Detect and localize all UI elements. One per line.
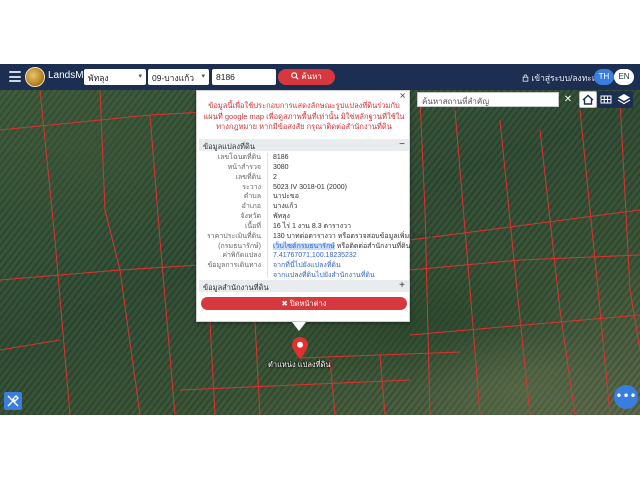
popup-pointer bbox=[292, 322, 306, 331]
office-section-title: ข้อมูลสำนักงานที่ดิน bbox=[203, 283, 269, 292]
parcel-info-popup: × ข้อมูลนี้เพื่อใช้ประกอบการแสดงลักษณะรู… bbox=[196, 90, 433, 322]
layers-icon bbox=[617, 94, 631, 105]
grid-icon bbox=[600, 95, 612, 104]
detail-row: (กรมธนารักษ์) เว็บไซต์กรมธนารักษ์ หรือติ… bbox=[199, 242, 410, 252]
detail-row: อำเภอ บางแก้ว bbox=[199, 202, 409, 212]
detail-label: เลขที่ดิน bbox=[235, 173, 261, 181]
lang-en-button[interactable]: EN bbox=[614, 69, 634, 85]
detail-row: เลขโฉนดที่ดิน 8186 bbox=[199, 153, 409, 163]
detail-row: เลขที่ดิน 2 bbox=[199, 173, 409, 183]
tools-button[interactable] bbox=[4, 392, 22, 410]
disclaimer-notice: ข้อมูลนี้เพื่อใช้ประกอบการแสดงลักษณะรูปแ… bbox=[203, 101, 405, 131]
detail-value: 3080 bbox=[273, 163, 289, 171]
lock-icon bbox=[522, 74, 529, 82]
tools-icon bbox=[7, 395, 19, 407]
detail-row: ข้อมูลการเดินทาง จากที่นี่ไปยังแปลงที่ดิน bbox=[199, 261, 409, 271]
detail-row: ตำบล นาปะขอ bbox=[199, 192, 409, 202]
district-select[interactable]: 09-บางแก้ว ▾ bbox=[148, 69, 209, 85]
detail-row: จังหวัด พัทลุง bbox=[199, 212, 409, 222]
detail-label: อำเภอ bbox=[241, 203, 261, 211]
search-icon bbox=[291, 72, 299, 80]
home-button[interactable] bbox=[579, 91, 597, 108]
treasury-website-link[interactable]: เว็บไซต์กรมธนารักษ์ bbox=[273, 242, 335, 250]
coordinates-link[interactable]: 7.41767071,100.18235232 bbox=[273, 251, 357, 261]
detail-label: ระวาง bbox=[242, 183, 261, 191]
parcel-details: เลขโฉนดที่ดิน 8186 หน้าสำรวจ 3080 เลขที่ดิ… bbox=[199, 153, 433, 281]
detail-label: ราคาประเมินที่ดิน bbox=[206, 232, 261, 240]
more-button[interactable]: ••• bbox=[614, 385, 638, 409]
close-icon[interactable]: × bbox=[399, 92, 406, 100]
detail-row: ระวาง 5023 IV 3018-01 (2000) bbox=[199, 183, 409, 193]
detail-label: เลขโฉนดที่ดิน bbox=[217, 154, 261, 161]
detail-row: เนื้อที่ 16 ไร่ 1 งาน 8.3 ตารางวา bbox=[199, 222, 409, 232]
detail-label: ข้อมูลการเดินทาง bbox=[207, 262, 261, 270]
detail-label: จังหวัด bbox=[240, 213, 261, 221]
detail-label: ตำบล bbox=[243, 193, 261, 201]
detail-value: เว็บไซต์กรมธนารักษ์ หรือติดต่อสำนักงานที… bbox=[273, 242, 410, 252]
detail-value: พัทลุง bbox=[273, 213, 290, 221]
pin-label: ตำแหน่ง แปลงที่ดิน bbox=[268, 360, 331, 369]
detail-label: เนื้อที่ bbox=[245, 222, 261, 230]
collapse-icon: − bbox=[399, 139, 405, 150]
office-info-section-header[interactable]: ข้อมูลสำนักงานที่ดิน + bbox=[199, 280, 409, 292]
place-search-input[interactable]: ค้นหาสถานที่สำคัญ bbox=[417, 92, 559, 107]
search-button[interactable]: ค้นหา bbox=[278, 69, 335, 85]
route-to-parcel-link[interactable]: จากที่นี่ไปยังแปลงที่ดิน bbox=[273, 261, 341, 271]
chevron-down-icon: ▾ bbox=[201, 73, 205, 80]
detail-value: 5023 IV 3018-01 (2000) bbox=[273, 183, 347, 191]
parcel-section-title: ข้อมูลแปลงที่ดิน bbox=[203, 142, 255, 151]
layers-button[interactable] bbox=[615, 91, 633, 108]
province-value: พัทลุง bbox=[88, 73, 109, 83]
detail-row: ค่าพิกัดแปลง 7.41767071,100.18235232 bbox=[199, 251, 409, 261]
detail-label: หน้าสำรวจ bbox=[227, 163, 261, 171]
detail-label: (กรมธนารักษ์) bbox=[218, 242, 261, 250]
lang-th-button[interactable]: TH bbox=[594, 69, 614, 85]
detail-value: 8186 bbox=[273, 154, 289, 161]
screen: LandsMaps พัทลุง ▾ 09-บางแก้ว ▾ ค้นหา เข… bbox=[0, 0, 640, 480]
home-icon bbox=[582, 94, 594, 105]
detail-label: ค่าพิกัดแปลง bbox=[222, 252, 261, 260]
bottom-blank-area bbox=[0, 415, 640, 480]
contact-office-text: หรือติดต่อสำนักงานที่ดิน bbox=[334, 242, 411, 250]
parcel-number-input[interactable] bbox=[212, 69, 276, 85]
landsmaps-logo bbox=[25, 67, 45, 87]
detail-value: 16 ไร่ 1 งาน 8.3 ตารางวา bbox=[273, 222, 351, 230]
menu-icon[interactable] bbox=[9, 71, 21, 82]
top-navbar: LandsMaps พัทลุง ▾ 09-บางแก้ว ▾ ค้นหา เข… bbox=[0, 64, 640, 90]
province-select[interactable]: พัทลุง ▾ bbox=[84, 69, 146, 85]
detail-value: บางแก้ว bbox=[273, 203, 298, 211]
detail-value: 2 bbox=[273, 173, 277, 181]
detail-row: ราคาประเมินที่ดิน 130 บาทต่อตารางวา หรือต… bbox=[199, 232, 433, 242]
search-button-label: ค้นหา bbox=[301, 72, 322, 81]
detail-value: 130 บาทต่อตารางวา หรือตรวจสอบข้อมูลเพิ่ม… bbox=[273, 232, 433, 240]
close-icon[interactable]: ✕ bbox=[560, 92, 576, 107]
detail-row: หน้าสำรวจ 3080 bbox=[199, 163, 409, 173]
close-window-button[interactable]: ✖ ปิดหน้าต่าง bbox=[201, 297, 407, 310]
detail-value: นาปะขอ bbox=[273, 193, 299, 201]
grid-button[interactable] bbox=[597, 91, 615, 108]
expand-icon: + bbox=[399, 280, 405, 291]
top-blank-area bbox=[0, 0, 640, 64]
more-icon: ••• bbox=[615, 389, 637, 403]
chevron-down-icon: ▾ bbox=[138, 73, 142, 80]
satellite-map[interactable]: ค้นหาสถานที่สำคัญ ✕ × ข้อมูลนี้เพื่อใช้ป… bbox=[0, 90, 640, 415]
parcel-info-section-header[interactable]: ข้อมูลแปลงที่ดิน − bbox=[199, 139, 409, 151]
district-value: 09-บางแก้ว bbox=[152, 73, 195, 83]
